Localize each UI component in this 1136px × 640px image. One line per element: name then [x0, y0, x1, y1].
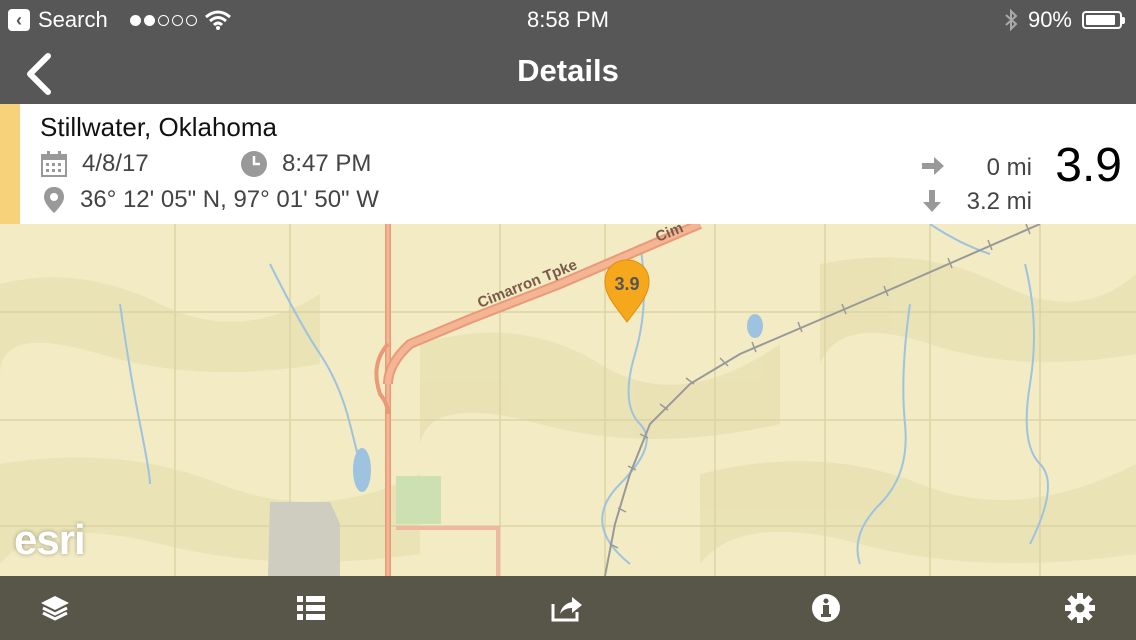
settings-button[interactable] — [1062, 590, 1098, 626]
marker-label: 3.9 — [614, 274, 639, 294]
event-detail-card: Stillwater, Oklahoma 4/8/17 8:47 PM 36° … — [0, 104, 1136, 224]
distance-depth: 3.2 mi — [966, 188, 1032, 215]
info-button[interactable] — [808, 590, 844, 626]
list-icon — [297, 596, 325, 620]
location-pin-icon — [44, 187, 64, 213]
gear-icon — [1065, 593, 1095, 623]
magnitude-accent-bar — [0, 104, 20, 224]
share-icon — [551, 597, 582, 622]
location-name: Stillwater, Oklahoma — [40, 112, 277, 142]
info-icon — [812, 594, 840, 622]
arrow-right-icon — [922, 157, 944, 175]
distance-horizontal: 0 mi — [986, 154, 1032, 181]
event-time: 8:47 PM — [282, 150, 372, 177]
event-date: 4/8/17 — [82, 150, 149, 177]
top-bar: ‹ Search 8:58 PM 90% Details — [0, 0, 1136, 104]
nav-bar: Details — [0, 40, 1136, 104]
layers-button[interactable] — [37, 590, 73, 626]
map-canvas[interactable]: Cimarron Tpke Cim 3.9 — [0, 224, 1136, 576]
urban-area — [268, 502, 340, 576]
coordinates-row: 36° 12' 05" N, 97° 01' 50" W — [42, 186, 379, 214]
event-coordinates: 36° 12' 05" N, 97° 01' 50" W — [80, 186, 379, 213]
status-time: 8:58 PM — [527, 7, 609, 32]
page-title: Details — [517, 53, 619, 88]
date-row: 4/8/17 — [40, 150, 149, 178]
calendar-icon — [41, 151, 67, 177]
time-row: 8:47 PM — [240, 150, 371, 178]
list-button[interactable] — [293, 590, 329, 626]
layers-icon — [41, 596, 69, 621]
share-button[interactable] — [549, 590, 585, 626]
magnitude-value: 3.9 — [1055, 139, 1122, 192]
arrow-down-icon — [923, 190, 941, 212]
esri-logo: esri — [14, 516, 86, 563]
bluetooth-icon — [1005, 8, 1018, 32]
battery-icon — [1082, 11, 1125, 29]
bottom-toolbar — [0, 576, 1136, 640]
battery-percent: 90% — [1027, 7, 1072, 32]
status-bar: ‹ Search 8:58 PM 90% — [0, 0, 1136, 40]
map-view[interactable]: Cimarron Tpke Cim 3.9 — [0, 224, 1136, 576]
clock-icon — [241, 151, 267, 177]
park-area — [396, 476, 441, 524]
